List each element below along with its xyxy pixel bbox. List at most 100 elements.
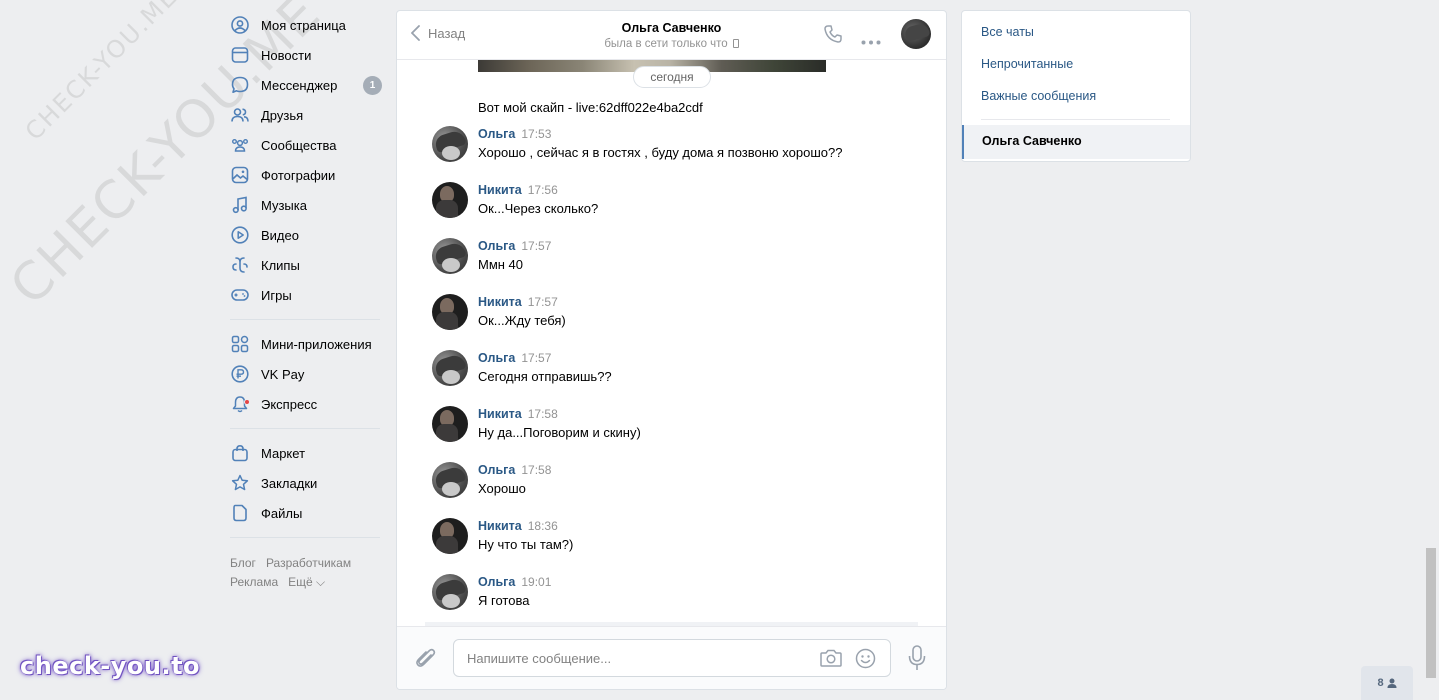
nav-item-friends[interactable]: Друзья: [230, 100, 380, 130]
gamepad-icon: [230, 285, 250, 305]
nav-item-music[interactable]: Музыка: [230, 190, 380, 220]
message-meta: Никита 17:56: [478, 183, 558, 197]
back-label: Назад: [428, 25, 466, 41]
message-item[interactable]: Ольга 17:58 Хорошо: [432, 462, 932, 502]
author-name[interactable]: Никита: [478, 183, 522, 197]
communities-icon: [230, 135, 250, 155]
author-name[interactable]: Ольга: [478, 239, 515, 253]
nav-item-label: Закладки: [261, 475, 318, 491]
nav-footer: Блог Разработчикам Реклама Ещё ⌵: [230, 554, 380, 592]
message-item[interactable]: Никита 18:36 Ну что ты там?): [432, 518, 932, 558]
nav-item-photo[interactable]: Фотографии: [230, 160, 380, 190]
filter-separator: [981, 119, 1170, 120]
attach-button[interactable]: [415, 647, 437, 674]
message-item[interactable]: Ольга 17:57 Сегодня отправишь??: [432, 350, 932, 390]
peer-avatar[interactable]: [901, 19, 931, 49]
author-name[interactable]: Ольга: [478, 575, 515, 589]
filter-important[interactable]: Важные сообщения: [981, 89, 1096, 103]
photo-icon: [230, 165, 250, 185]
author-name[interactable]: Никита: [478, 519, 522, 533]
nav-item-file[interactable]: Файлы: [230, 498, 380, 528]
back-button[interactable]: Назад: [411, 25, 465, 41]
message-time: 17:56: [527, 183, 558, 197]
message-item[interactable]: Никита 17:57 Ок...Жду тебя): [432, 294, 932, 334]
message-time: 17:58: [521, 463, 552, 477]
chat-filters: Все чаты Непрочитанные Важные сообщения …: [961, 10, 1191, 162]
author-avatar[interactable]: [432, 126, 468, 162]
author-name[interactable]: Ольга: [478, 463, 515, 477]
message-text: Вот мой скайп - live:62dff022e4ba2cdf: [478, 100, 703, 115]
filter-unread[interactable]: Непрочитанные: [981, 57, 1073, 71]
message-item[interactable]: Ольга 17:53 Хорошо , сейчас я в гостях , б…: [432, 126, 932, 166]
bell-icon: [230, 394, 250, 414]
footer-link-more[interactable]: Ещё ⌵: [288, 575, 325, 589]
author-avatar[interactable]: [432, 182, 468, 218]
file-icon: [230, 503, 250, 523]
nav-item-label: Маркет: [261, 445, 306, 461]
filter-active-chat[interactable]: Ольга Савченко: [962, 125, 1190, 159]
chat-title[interactable]: Ольга Савченко: [622, 21, 722, 35]
composer-bar: [397, 626, 946, 689]
author-avatar[interactable]: [432, 294, 468, 330]
call-button[interactable]: [823, 24, 843, 47]
nav-item-ruble[interactable]: VK Pay: [230, 359, 380, 389]
message-meta: Никита 17:57: [478, 295, 558, 309]
author-avatar[interactable]: [432, 406, 468, 442]
nav-item-bag[interactable]: Маркет: [230, 438, 380, 468]
nav-item-label: Видео: [261, 227, 299, 243]
message-item[interactable]: Никита 17:58 Ну да...Поговорим и скину): [432, 406, 932, 446]
message-item[interactable]: Никита 17:56 Ок...Через сколько?: [432, 182, 932, 222]
message-time: 17:58: [527, 407, 558, 421]
footer-link-devs[interactable]: Разработчикам: [266, 556, 351, 570]
nav-item-label: Игры: [261, 287, 292, 303]
camera-button[interactable]: [820, 649, 842, 670]
nav-item-grid[interactable]: Мини-приложения: [230, 329, 380, 359]
author-name[interactable]: Никита: [478, 295, 522, 309]
author-avatar[interactable]: [432, 518, 468, 554]
nav-item-video[interactable]: Видео: [230, 220, 380, 250]
author-avatar[interactable]: [432, 350, 468, 386]
message-meta: Ольга 17:53: [478, 127, 551, 141]
message-input[interactable]: [467, 640, 807, 676]
author-avatar[interactable]: [432, 462, 468, 498]
scrollbar-thumb[interactable]: [1426, 548, 1436, 678]
nav-item-user-circle[interactable]: Моя страница: [230, 10, 380, 40]
nav-item-news[interactable]: Новости: [230, 40, 380, 70]
footer-link-ads[interactable]: Реклама: [230, 575, 278, 589]
author-name[interactable]: Ольга: [478, 351, 515, 365]
paperclip-icon: [416, 648, 436, 667]
bag-icon: [230, 443, 250, 463]
unread-badge: 1: [363, 76, 382, 95]
nav-item-star[interactable]: Закладки: [230, 468, 380, 498]
more-button[interactable]: [861, 33, 881, 48]
news-icon: [230, 45, 250, 65]
emoji-button[interactable]: [855, 648, 876, 672]
message-text: Ммн 40: [478, 257, 524, 272]
nav-item-communities[interactable]: Сообщества: [230, 130, 380, 160]
person-icon: [1387, 678, 1397, 688]
message-item[interactable]: Ольга 19:01 Я готова: [432, 574, 932, 614]
status-text: была в сети только что: [604, 38, 728, 50]
left-nav: Моя страница Новости Мессенджер 1 Друзья Сооб…: [230, 10, 382, 592]
nav-item-chat-bubble[interactable]: Мессенджер 1: [230, 70, 382, 100]
nav-item-bell[interactable]: Экспресс: [230, 389, 380, 419]
online-friends-button[interactable]: 8: [1361, 666, 1413, 700]
message-text: Ну да...Поговорим и скину): [478, 425, 641, 440]
message-history[interactable]: сегодня Вот мой скайп - live:62dff022e4b…: [397, 60, 946, 626]
nav-item-clips[interactable]: Клипы: [230, 250, 380, 280]
footer-link-blog[interactable]: Блог: [230, 556, 256, 570]
page-scrollbar[interactable]: [1426, 0, 1436, 700]
message-time: 17:57: [527, 295, 558, 309]
filter-all-chats[interactable]: Все чаты: [981, 25, 1034, 39]
author-avatar[interactable]: [432, 238, 468, 274]
author-avatar[interactable]: [432, 574, 468, 610]
message-item[interactable]: Ольга 17:57 Ммн 40: [432, 238, 932, 278]
nav-item-gamepad[interactable]: Игры: [230, 280, 380, 310]
message-time: 17:57: [521, 239, 552, 253]
author-name[interactable]: Ольга: [478, 127, 515, 141]
voice-button[interactable]: [908, 645, 926, 674]
chat-bubble-icon: [230, 75, 250, 95]
nav-item-label: Мессенджер: [261, 77, 338, 93]
author-name[interactable]: Никита: [478, 407, 522, 421]
nav-item-label: Друзья: [261, 107, 304, 123]
